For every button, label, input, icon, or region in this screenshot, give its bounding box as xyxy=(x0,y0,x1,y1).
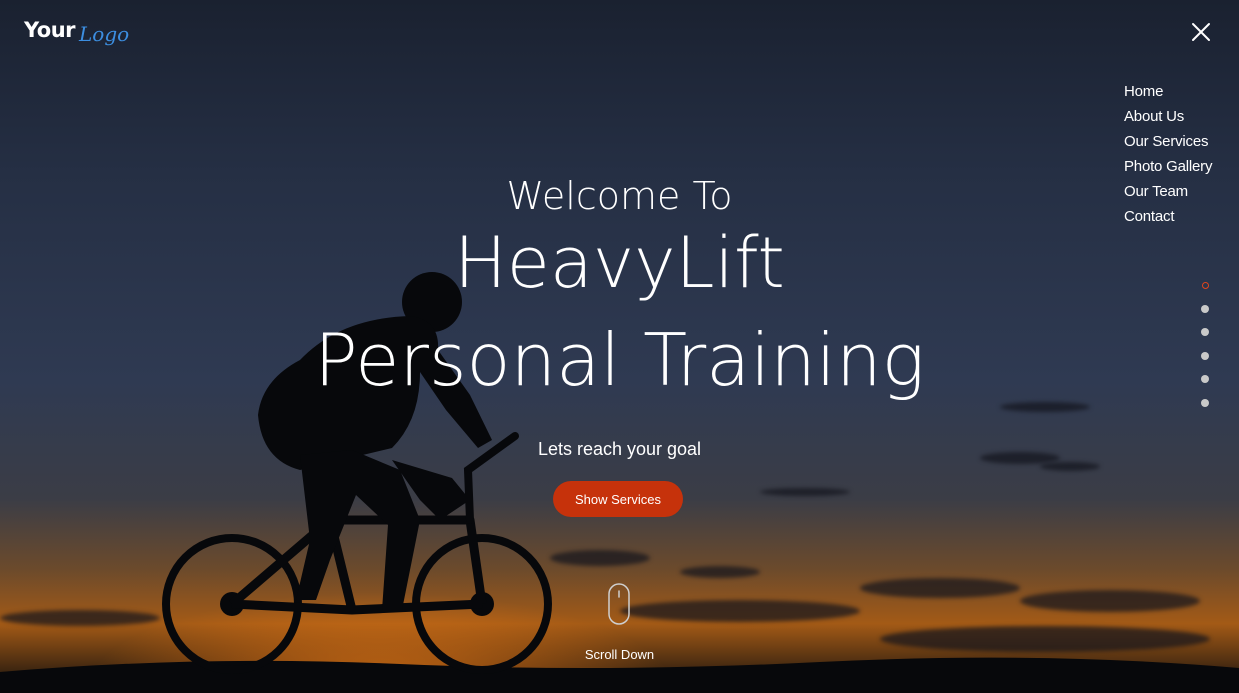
mouse-icon xyxy=(608,583,630,625)
site-logo[interactable]: Your Logo xyxy=(24,18,129,46)
close-icon xyxy=(1192,23,1210,41)
nav-item-home[interactable]: Home xyxy=(1124,79,1212,104)
show-services-button[interactable]: Show Services xyxy=(553,481,683,517)
brand-heading: HeavyLift xyxy=(454,222,785,304)
logo-word: Your xyxy=(24,18,76,42)
nav-item-about-us[interactable]: About Us xyxy=(1124,104,1212,129)
scroll-down-label[interactable]: Scroll Down xyxy=(0,647,1239,662)
welcome-heading: Welcome To xyxy=(506,174,733,218)
nav-item-our-services[interactable]: Our Services xyxy=(1124,129,1212,154)
close-menu-button[interactable] xyxy=(1190,21,1212,43)
logo-script: Logo xyxy=(79,22,130,46)
scroll-down-control[interactable] xyxy=(608,583,630,625)
subtitle-heading: Personal Training xyxy=(314,318,925,402)
pager-dot-2[interactable] xyxy=(1201,304,1209,313)
tagline: Lets reach your goal xyxy=(537,439,702,459)
